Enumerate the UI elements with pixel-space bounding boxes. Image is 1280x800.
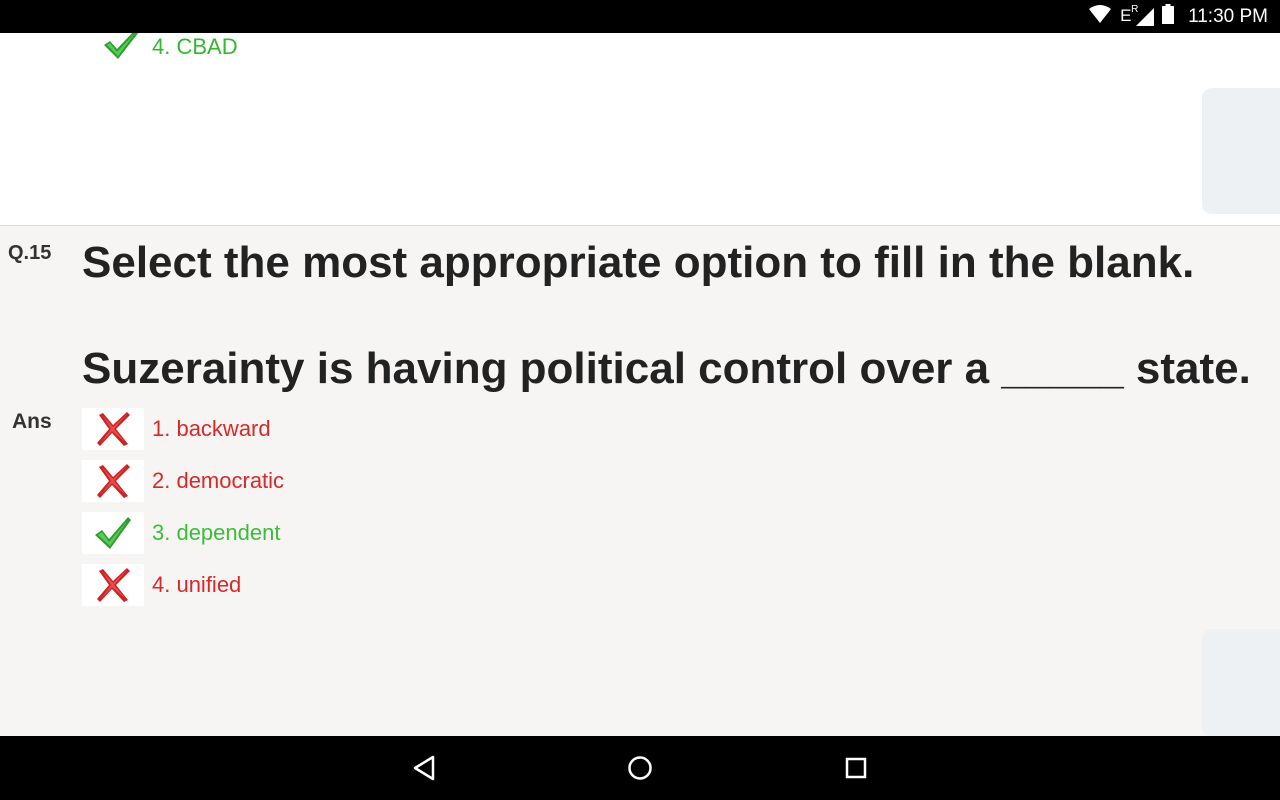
check-icon bbox=[102, 33, 140, 66]
status-icons: E R 11:30 PM bbox=[1088, 0, 1268, 33]
options-list: 1. backward 2. democratic 3. dependent 4… bbox=[82, 408, 284, 616]
recents-icon[interactable] bbox=[842, 754, 870, 782]
network-type-label: E bbox=[1120, 5, 1132, 25]
answer-label: Ans bbox=[12, 410, 52, 433]
question-prompt: Select the most appropriate option to fi… bbox=[82, 238, 1195, 287]
previous-option: 4. CBAD bbox=[102, 33, 238, 66]
home-icon[interactable] bbox=[626, 754, 654, 782]
question-sentence: Suzerainty is having political control o… bbox=[82, 344, 1251, 393]
option-label: 3. dependent bbox=[152, 520, 281, 545]
option-label: 2. democratic bbox=[152, 468, 285, 493]
option-label: 1. backward bbox=[152, 416, 271, 441]
option-3: 3. dependent bbox=[82, 512, 284, 554]
status-bar: E R 11:30 PM bbox=[0, 0, 1280, 33]
side-tab-top[interactable] bbox=[1202, 88, 1280, 214]
option-1: 1. backward bbox=[82, 408, 284, 450]
option-label: 4. unified bbox=[152, 572, 242, 597]
cell-signal-icon: E R bbox=[1120, 4, 1155, 28]
option-4: 4. unified bbox=[82, 564, 284, 606]
cross-icon bbox=[82, 460, 144, 502]
side-tab-bottom[interactable] bbox=[1202, 629, 1280, 736]
navigation-bar bbox=[0, 736, 1280, 800]
battery-icon bbox=[1162, 4, 1175, 29]
previous-option-label: 4. CBAD bbox=[152, 33, 238, 59]
question-section: Q.15 Select the most appropriate option … bbox=[0, 225, 1280, 736]
back-icon[interactable] bbox=[410, 754, 438, 782]
cross-icon bbox=[82, 408, 144, 450]
content-area[interactable]: 4. CBAD Q.15 Select the most appropriate… bbox=[0, 33, 1280, 736]
question-text: Select the most appropriate option to fi… bbox=[82, 236, 1251, 396]
status-time: 11:30 PM bbox=[1188, 5, 1268, 27]
option-2: 2. democratic bbox=[82, 460, 284, 502]
wifi-icon bbox=[1088, 4, 1112, 29]
cross-icon bbox=[82, 564, 144, 606]
check-icon bbox=[82, 512, 144, 554]
previous-question-section: 4. CBAD bbox=[0, 33, 1280, 225]
question-number: Q.15 bbox=[8, 242, 52, 264]
